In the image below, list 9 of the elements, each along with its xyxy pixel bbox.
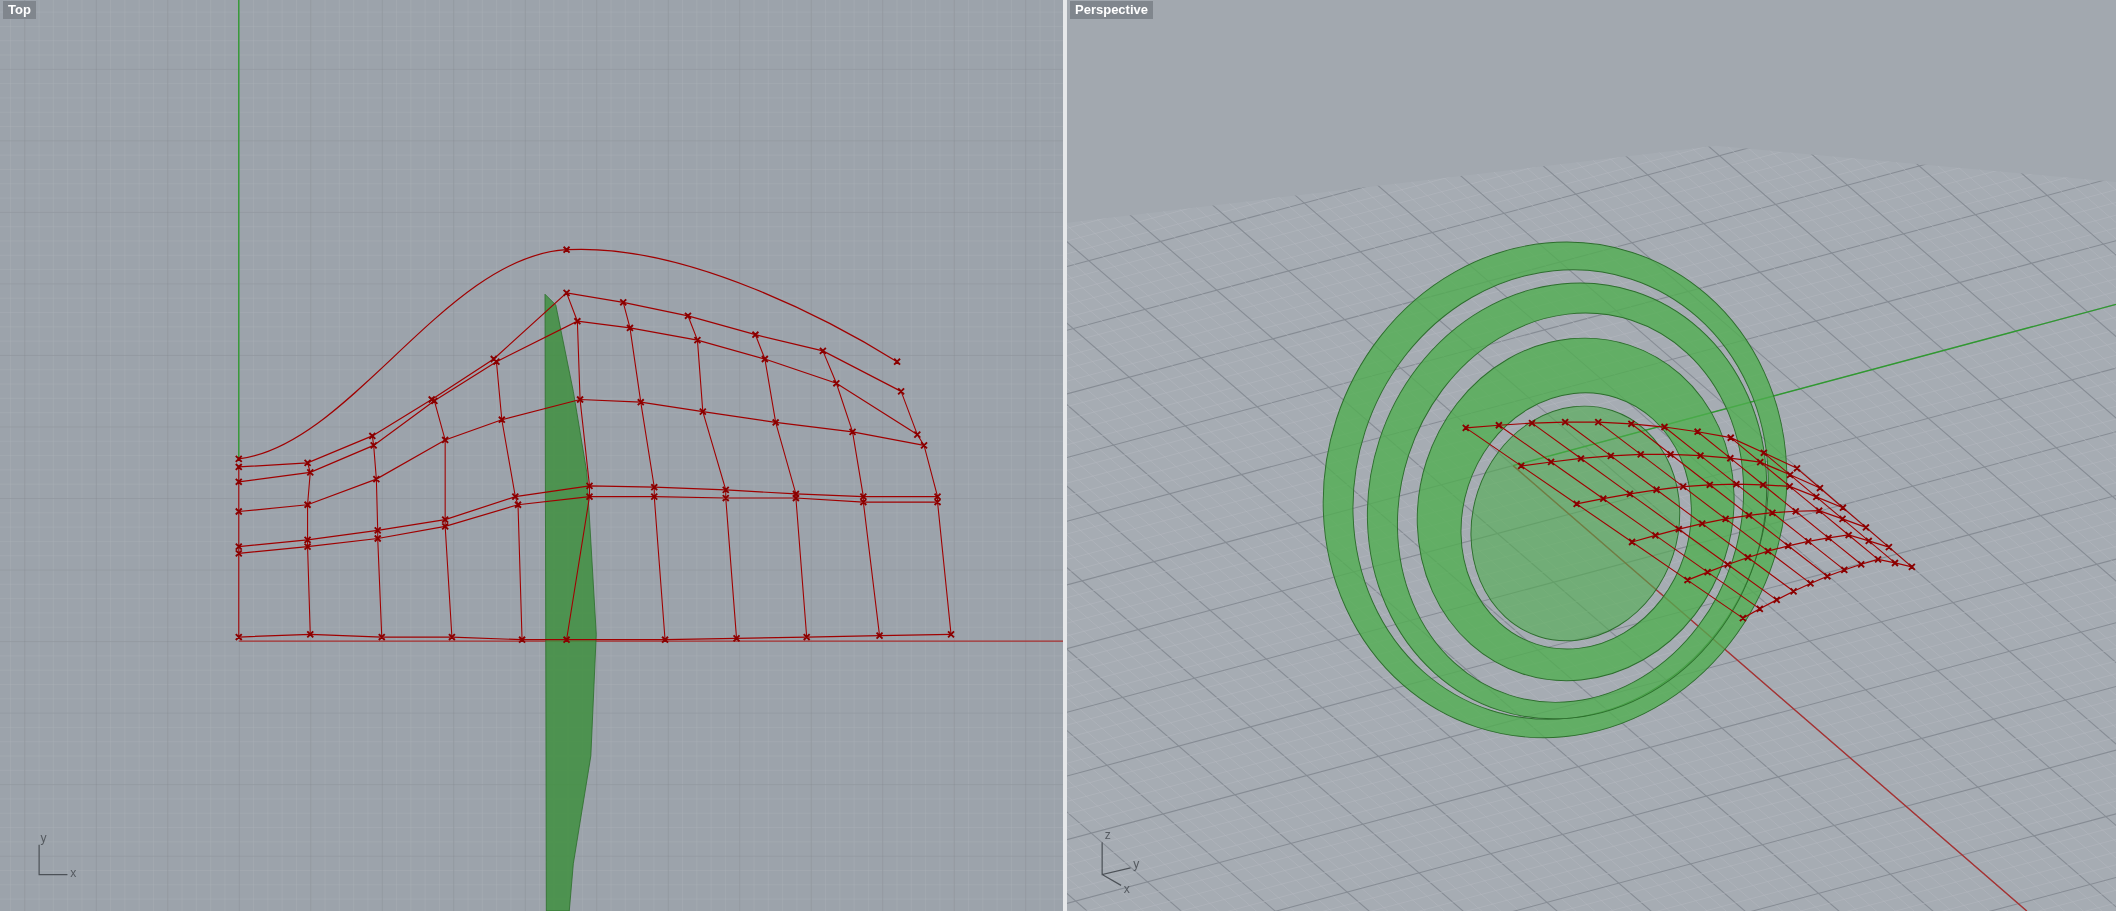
viewport-title[interactable]: Perspective <box>1070 1 1153 19</box>
axis-label: y <box>1133 856 1140 871</box>
axis-label: x <box>1123 882 1130 897</box>
axis-icon <box>38 844 69 876</box>
viewport-title[interactable]: Top <box>3 1 36 19</box>
axis-label: z <box>1104 828 1111 843</box>
axis-label: y <box>40 831 47 846</box>
axis-label: x <box>70 866 77 881</box>
axis-icon <box>1101 841 1132 886</box>
